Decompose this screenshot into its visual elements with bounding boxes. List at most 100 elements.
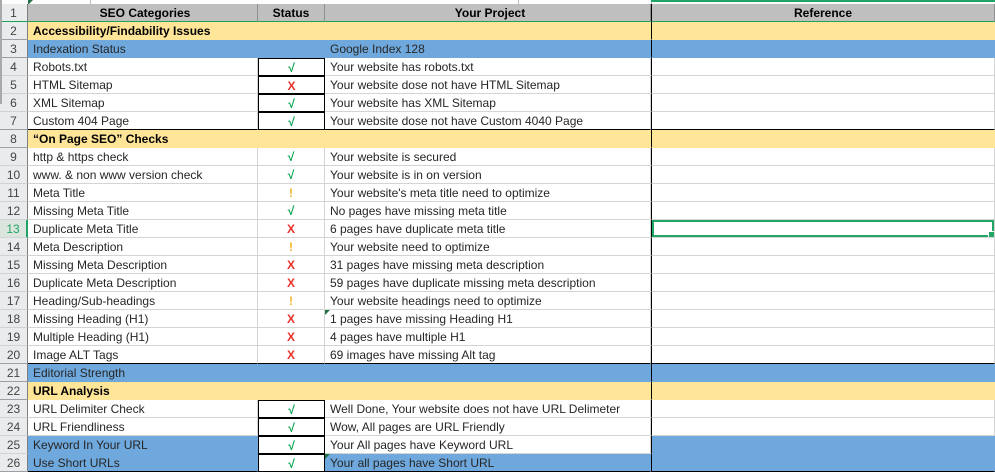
project-cell[interactable]: Your website is secured <box>325 148 651 166</box>
category-cell[interactable]: Heading/Sub-headings <box>28 292 258 310</box>
row-number[interactable]: 11 <box>0 184 28 202</box>
row-number[interactable]: 12 <box>0 202 28 220</box>
row-number[interactable]: 23 <box>0 400 28 418</box>
category-cell[interactable]: Meta Description <box>28 238 258 256</box>
category-cell[interactable]: Duplicate Meta Description <box>28 274 258 292</box>
category-cell[interactable]: Multiple Heading (H1) <box>28 328 258 346</box>
category-cell[interactable]: HTML Sitemap <box>28 76 258 94</box>
category-cell[interactable]: XML Sitemap <box>28 94 258 112</box>
row-number[interactable]: 4 <box>0 58 28 76</box>
reference-cell[interactable] <box>651 256 995 274</box>
reference-cell[interactable] <box>651 148 995 166</box>
reference-cell[interactable] <box>651 166 995 184</box>
project-cell[interactable]: 69 images have missing Alt tag <box>325 346 651 364</box>
project-cell[interactable]: 31 pages have missing meta description <box>325 256 651 274</box>
reference-cell[interactable] <box>651 292 995 310</box>
row-number[interactable]: 2 <box>0 22 28 40</box>
project-cell[interactable]: 59 pages have duplicate missing meta des… <box>325 274 651 292</box>
project-cell[interactable]: 1 pages have missing Heading H1 <box>325 310 651 328</box>
status-cell[interactable]: √ <box>258 148 325 166</box>
row-number[interactable]: 14 <box>0 238 28 256</box>
status-cell[interactable]: √ <box>258 202 325 220</box>
header-status[interactable]: Status <box>258 4 325 22</box>
status-cell[interactable]: √ <box>258 418 325 436</box>
status-cell[interactable]: √ <box>258 166 325 184</box>
row-number[interactable]: 7 <box>0 112 28 130</box>
project-cell[interactable]: Well Done, Your website does not have UR… <box>325 400 651 418</box>
category-cell[interactable]: URL Analysis <box>28 382 258 400</box>
status-cell[interactable]: √ <box>258 58 325 76</box>
category-cell[interactable]: Accessibility/Findability Issues <box>28 22 258 40</box>
status-cell[interactable]: ! <box>258 292 325 310</box>
status-cell[interactable]: X <box>258 328 325 346</box>
category-cell[interactable]: Use Short URLs <box>28 454 258 472</box>
row-number[interactable]: 24 <box>0 418 28 436</box>
row-number[interactable]: 9 <box>0 148 28 166</box>
row-number[interactable]: 5 <box>0 76 28 94</box>
category-cell[interactable]: Robots.txt <box>28 58 258 76</box>
reference-cell[interactable] <box>651 76 995 94</box>
status-cell[interactable]: X <box>258 310 325 328</box>
row-number[interactable]: 25 <box>0 436 28 454</box>
status-cell[interactable]: X <box>258 274 325 292</box>
reference-cell[interactable] <box>651 436 995 454</box>
reference-cell[interactable] <box>651 328 995 346</box>
reference-cell[interactable] <box>651 274 995 292</box>
header-your-project[interactable]: Your Project <box>325 4 651 22</box>
category-cell[interactable]: Missing Meta Title <box>28 202 258 220</box>
row-number[interactable]: 1 <box>0 4 28 22</box>
reference-cell[interactable] <box>651 346 995 364</box>
reference-cell[interactable] <box>651 238 995 256</box>
project-cell[interactable]: Your website has XML Sitemap <box>325 94 651 112</box>
row-number[interactable]: 15 <box>0 256 28 274</box>
row-number[interactable]: 16 <box>0 274 28 292</box>
project-cell[interactable]: No pages have missing meta title <box>325 202 651 220</box>
project-cell[interactable]: Google Index 128 <box>325 40 651 58</box>
project-cell[interactable]: Your all pages have Short URL <box>325 454 651 472</box>
project-cell[interactable]: Wow, All pages are URL Friendly <box>325 418 651 436</box>
reference-cell[interactable] <box>651 94 995 112</box>
reference-cell[interactable] <box>651 58 995 76</box>
reference-cell[interactable] <box>651 112 995 130</box>
category-cell[interactable]: Keyword In Your URL <box>28 436 258 454</box>
reference-cell[interactable] <box>651 382 995 400</box>
status-cell[interactable]: √ <box>258 112 325 130</box>
category-cell[interactable]: Image ALT Tags <box>28 346 258 364</box>
reference-cell[interactable] <box>651 130 995 148</box>
header-reference[interactable]: Reference <box>651 4 995 22</box>
status-cell[interactable]: ! <box>258 238 325 256</box>
project-cell[interactable]: Your All pages have Keyword URL <box>325 436 651 454</box>
project-cell[interactable]: 4 pages have multiple H1 <box>325 328 651 346</box>
status-cell[interactable]: X <box>258 256 325 274</box>
category-cell[interactable]: Missing Meta Description <box>28 256 258 274</box>
category-cell[interactable]: Custom 404 Page <box>28 112 258 130</box>
project-cell[interactable]: Your website dose not have HTML Sitemap <box>325 76 651 94</box>
project-cell[interactable]: Your website's meta title need to optimi… <box>325 184 651 202</box>
project-cell[interactable]: Your website is in on version <box>325 166 651 184</box>
status-cell[interactable]: √ <box>258 400 325 418</box>
project-cell[interactable]: 6 pages have duplicate meta title <box>325 220 651 238</box>
category-cell[interactable]: Indexation Status <box>28 40 258 58</box>
status-cell[interactable]: X <box>258 346 325 364</box>
project-cell[interactable] <box>325 382 651 400</box>
reference-cell[interactable] <box>651 418 995 436</box>
header-seo-categories[interactable]: SEO Categories <box>28 4 258 22</box>
status-cell[interactable]: ! <box>258 184 325 202</box>
project-cell[interactable] <box>325 130 651 148</box>
status-cell[interactable] <box>258 382 325 400</box>
category-cell[interactable]: URL Delimiter Check <box>28 400 258 418</box>
project-cell[interactable] <box>325 364 651 382</box>
project-cell[interactable]: Your website headings need to optimize <box>325 292 651 310</box>
row-number[interactable]: 10 <box>0 166 28 184</box>
reference-cell[interactable] <box>651 184 995 202</box>
project-cell[interactable]: Your website need to optimize <box>325 238 651 256</box>
reference-cell[interactable] <box>651 22 995 40</box>
reference-cell[interactable] <box>651 364 995 382</box>
project-cell[interactable] <box>325 22 651 40</box>
status-cell[interactable]: √ <box>258 94 325 112</box>
status-cell[interactable] <box>258 22 325 40</box>
row-number[interactable]: 6 <box>0 94 28 112</box>
project-cell[interactable]: Your website has robots.txt <box>325 58 651 76</box>
row-number[interactable]: 22 <box>0 382 28 400</box>
row-number[interactable]: 13 <box>0 220 28 238</box>
